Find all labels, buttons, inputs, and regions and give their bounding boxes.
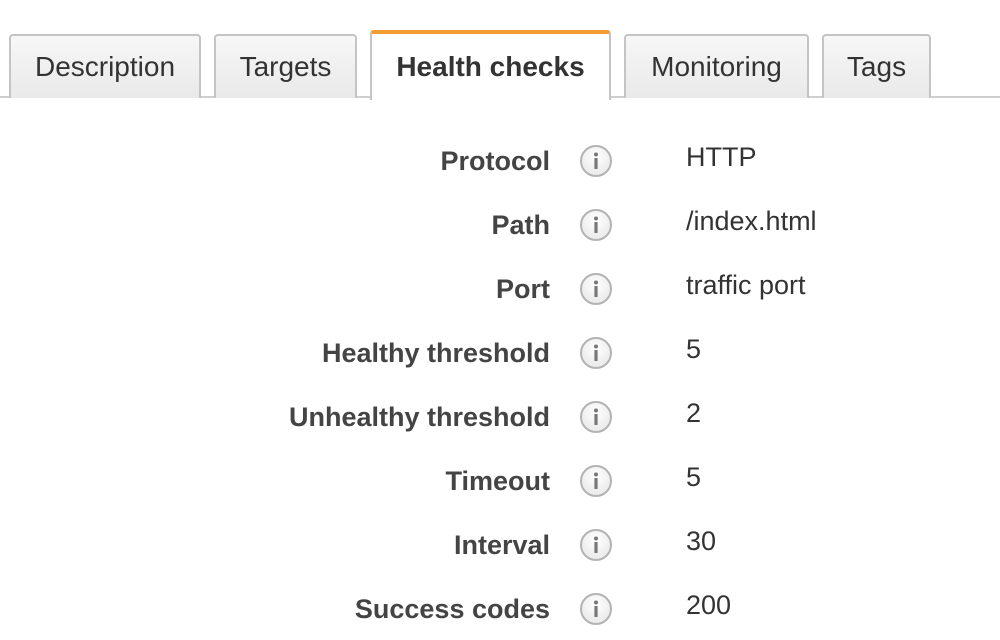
detail-row-path: Path /index.html [0,205,1000,245]
detail-value: HTTP [686,142,757,172]
detail-value: 5 [686,462,702,492]
detail-row-healthy-threshold: Healthy threshold 5 [0,333,1000,373]
detail-row-port: Port traffic port [0,269,1000,309]
detail-row-unhealthy-threshold: Unhealthy threshold 2 [0,397,1000,437]
info-icon[interactable] [580,529,612,561]
tab-targets[interactable]: Targets [214,34,357,98]
detail-value: /index.html [686,206,817,236]
detail-row-success-codes: Success codes 200 [0,589,1000,629]
detail-row-interval: Interval 30 [0,525,1000,565]
tab-tags[interactable]: Tags [822,34,931,98]
detail-value: 30 [686,526,717,556]
info-icon[interactable] [580,209,612,241]
tab-monitoring[interactable]: Monitoring [624,34,809,98]
info-icon[interactable] [580,145,612,177]
detail-value: traffic port [686,270,806,300]
detail-label: Protocol [440,146,550,176]
detail-value: 200 [686,590,732,620]
detail-label: Timeout [445,466,550,496]
detail-value: 2 [686,398,702,428]
info-icon[interactable] [580,337,612,369]
tab-description[interactable]: Description [9,34,201,98]
info-icon[interactable] [580,593,612,625]
detail-row-timeout: Timeout 5 [0,461,1000,501]
info-icon[interactable] [580,465,612,497]
detail-row-protocol: Protocol HTTP [0,141,1000,181]
tab-bar: Description Targets Health checks Monito… [0,0,1000,100]
detail-label: Success codes [354,594,550,624]
detail-label: Healthy threshold [321,338,550,368]
detail-label: Interval [453,530,550,560]
info-icon[interactable] [580,401,612,433]
info-icon[interactable] [580,273,612,305]
detail-label: Unhealthy threshold [288,402,550,432]
tab-health-checks[interactable]: Health checks [370,30,611,100]
detail-label: Path [491,210,550,240]
detail-value: 5 [686,334,702,364]
detail-label: Port [496,274,550,304]
